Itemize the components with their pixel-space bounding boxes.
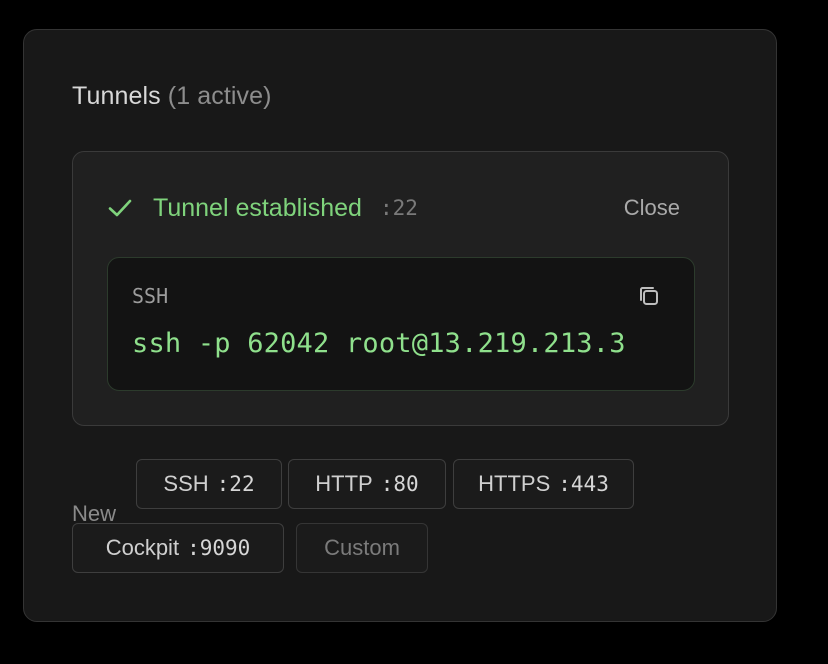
option-name: Cockpit <box>105 535 180 560</box>
option-name: HTTP <box>315 471 373 496</box>
active-tunnel-card: Tunnel established :22 Close SSH ssh -p … <box>72 151 729 426</box>
copy-icon[interactable] <box>636 283 662 309</box>
tunnel-status-row: Tunnel established :22 <box>107 192 418 224</box>
tunnel-status: Tunnel established <box>153 193 362 222</box>
tunnel-port: :22 <box>379 196 418 220</box>
ssh-command-box: SSH ssh -p 62042 root@13.219.213.3 <box>107 257 695 391</box>
option-port: :443 <box>558 472 609 496</box>
panel-title: Tunnels (1 active) <box>72 82 272 111</box>
panel-title-text: Tunnels <box>72 82 161 110</box>
ssh-command[interactable]: ssh -p 62042 root@13.219.213.3 <box>132 328 626 359</box>
option-name: SSH <box>163 471 209 496</box>
new-cockpit-button[interactable]: Cockpit :9090 <box>72 523 284 573</box>
option-port: :80 <box>380 472 419 496</box>
new-https-button[interactable]: HTTPS :443 <box>453 459 634 509</box>
option-port: :22 <box>216 472 255 496</box>
protocol-label: SSH <box>132 284 169 308</box>
tunnels-panel: Tunnels (1 active) Tunnel established :2… <box>23 29 777 622</box>
new-custom-button[interactable]: Custom <box>296 523 428 573</box>
active-count: (1 active) <box>167 82 272 110</box>
option-port: :9090 <box>187 536 251 560</box>
check-icon <box>107 195 133 221</box>
option-name: HTTPS <box>478 471 551 496</box>
new-http-button[interactable]: HTTP :80 <box>288 459 446 509</box>
new-ssh-button[interactable]: SSH :22 <box>136 459 282 509</box>
close-tunnel-button[interactable]: Close <box>624 192 680 224</box>
